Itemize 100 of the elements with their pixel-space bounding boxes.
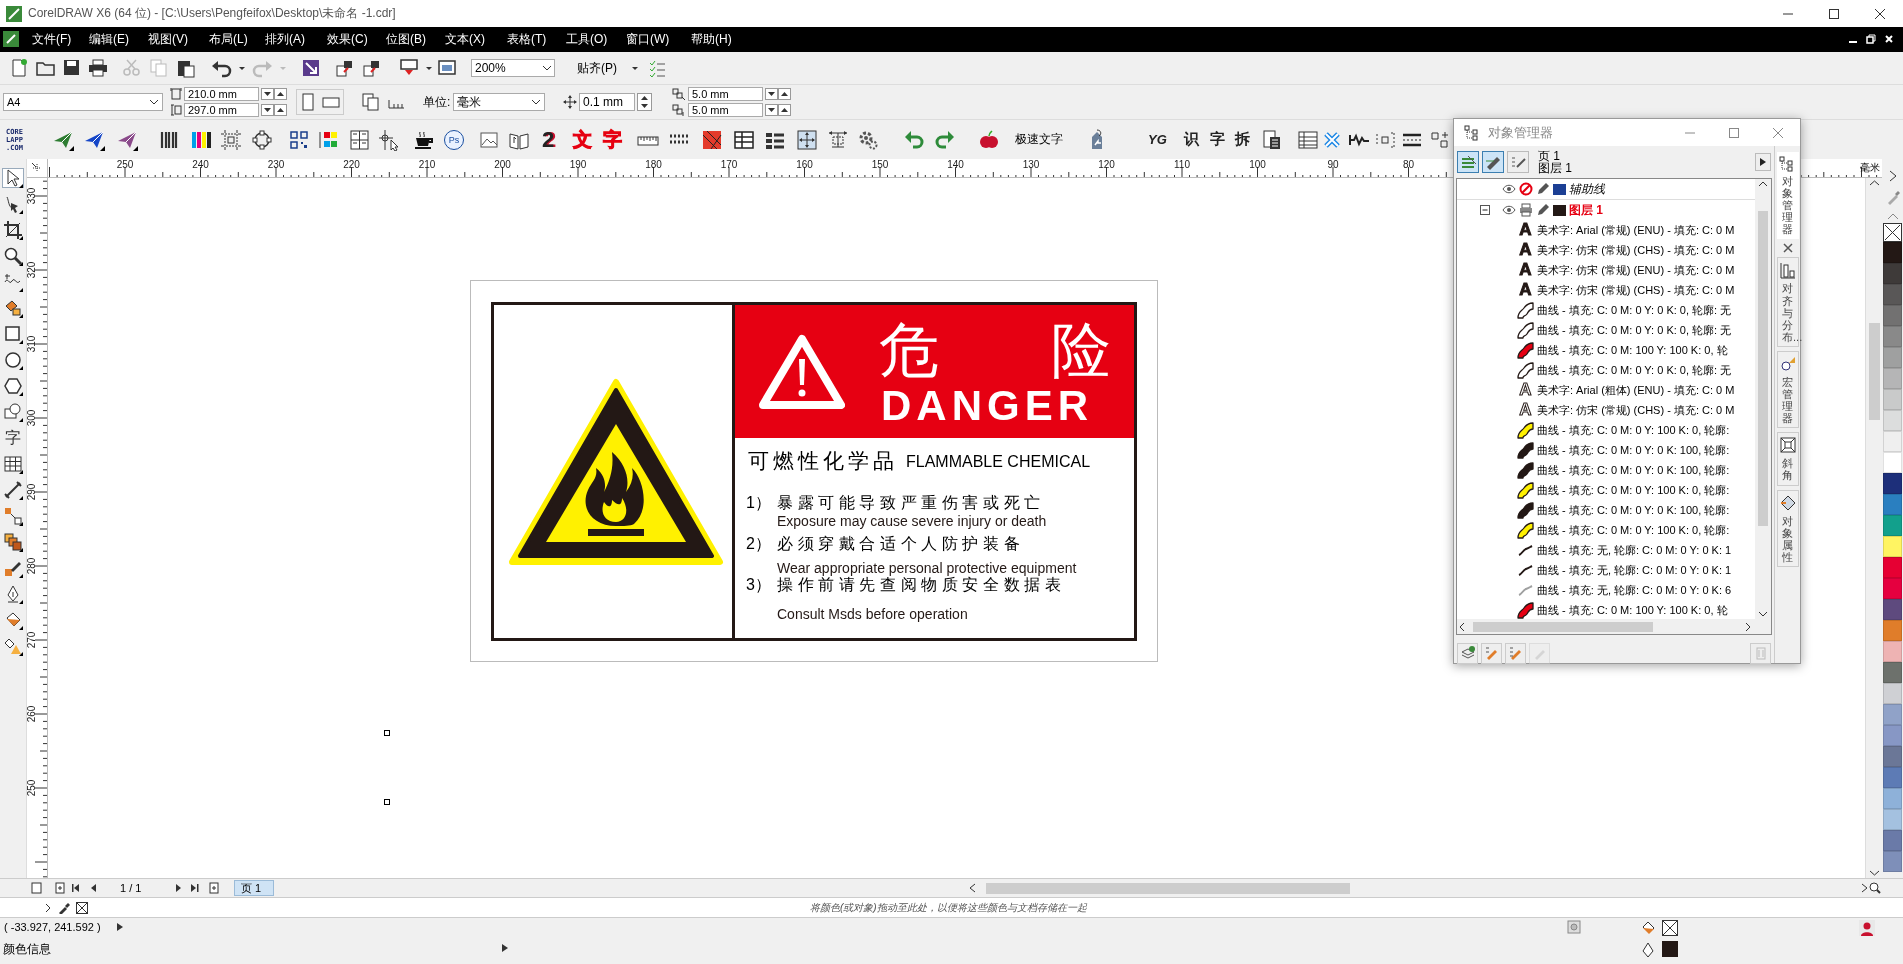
docker-tab[interactable]: 宏管理器 <box>1776 350 1799 429</box>
text-object-icon: A <box>1517 260 1534 280</box>
layer-name[interactable]: 辅助线 <box>1569 180 1605 198</box>
text-glyph-button[interactable]: 字 <box>603 126 622 153</box>
glyph-button[interactable]: 识 <box>1184 130 1199 149</box>
zoom-dropdown[interactable]: 200% <box>471 59 555 77</box>
duplicate-x-field[interactable]: 5.0 mm <box>688 87 763 101</box>
page-count: 1 / 1 <box>120 882 142 894</box>
ruler-number: 330 <box>27 187 37 205</box>
docker-tab[interactable]: 斜角 <box>1776 432 1799 486</box>
object-item[interactable]: 曲线 - 填充: C: 0 M: 0 Y: 0 K: 100, 轮廓: <box>1537 462 1730 478</box>
ruler-number: 120 <box>1098 159 1115 170</box>
warning-text-english: Wear appropriate personal protective equipment <box>777 561 1077 575</box>
object-item[interactable]: 美术字: 仿宋 (常规) (CHS) - 填充: C: 0 M <box>1537 242 1735 258</box>
menu-item[interactable]: 表格(T) <box>507 31 547 48</box>
cursor-coordinates: ( -33.927, 241.592 ) <box>4 921 101 933</box>
sign-title-english: FLAMMABLE CHEMICAL <box>906 454 1091 470</box>
warning-text: 操作前请先查阅物质安全数据表 <box>777 577 1066 593</box>
snap-dropdown[interactable]: 贴齐(P) <box>577 59 617 77</box>
object-item[interactable]: 曲线 - 填充: 无, 轮廓: C: 0 M: 0 Y: 0 K: 1 <box>1537 542 1732 558</box>
object-item[interactable]: 曲线 - 填充: 无, 轮廓: C: 0 M: 0 Y: 0 K: 1 <box>1537 562 1732 578</box>
ruler-number: 170 <box>720 159 738 170</box>
page-tab[interactable]: 页 1 <box>234 880 275 896</box>
warning-text-english: Exposure may cause severe injury or death <box>777 514 1047 528</box>
object-item[interactable]: 曲线 - 填充: C: 0 M: 0 Y: 0 K: 100, 轮廓: <box>1537 502 1730 518</box>
object-item[interactable]: 曲线 - 填充: C: 0 M: 0 Y: 100 K: 0, 轮廓: <box>1537 422 1730 438</box>
text-object-icon: A <box>1517 220 1534 240</box>
menu-item[interactable]: 帮助(H) <box>691 31 732 48</box>
object-item[interactable]: 曲线 - 填充: C: 0 M: 100 Y: 100 K: 0, 轮 <box>1537 602 1728 618</box>
item-number: 3） <box>746 577 771 593</box>
sign-heading: 险 <box>1051 321 1111 381</box>
text-tool[interactable]: 字 <box>2 428 24 448</box>
nudge-field[interactable]: 0.1 mm <box>579 93 635 111</box>
palette-hint: 将颜色(或对象)拖动至此处，以便将这些颜色与文档存储在一起 <box>810 901 1087 915</box>
docker-tab[interactable]: 对象属性 <box>1776 489 1799 567</box>
page-width-field[interactable]: 210.0 mm <box>184 87 259 101</box>
ruler-number: 100 <box>1249 159 1266 170</box>
object-item[interactable]: 曲线 - 填充: C: 0 M: 0 Y: 100 K: 0, 轮廓: <box>1537 482 1730 498</box>
sign-heading: 危 <box>879 321 939 381</box>
menu-item[interactable]: 布局(L) <box>209 31 248 48</box>
menu-item[interactable]: 排列(A) <box>265 31 305 48</box>
ruler-number: 90 <box>1327 159 1339 170</box>
ruler-number: 230 <box>267 159 285 170</box>
warning-text-english: Consult Msds before operation <box>777 607 968 621</box>
ruler-number: 80 <box>1402 159 1415 170</box>
layer-name[interactable]: 图层 1 <box>1569 201 1603 219</box>
object-item[interactable]: 美术字: 仿宋 (常规) (CHS) - 填充: C: 0 M <box>1537 402 1735 418</box>
ruler-number: 250 <box>27 779 37 797</box>
ruler-number: 220 <box>343 159 360 170</box>
object-item[interactable]: 美术字: Arial (粗体) (ENU) - 填充: C: 0 M <box>1537 382 1735 398</box>
ruler-number: 110 <box>1174 159 1190 170</box>
ruler-number: 320 <box>27 261 37 279</box>
panel-title: 对象管理器 <box>1488 123 1553 142</box>
glyph-button[interactable]: 字 <box>1210 130 1225 149</box>
page-size-dropdown[interactable]: A4 <box>3 93 163 111</box>
warning-text: 暴露可能导致严重伤害或死亡 <box>777 495 1045 511</box>
object-item[interactable]: 曲线 - 填充: C: 0 M: 0 Y: 0 K: 0, 轮廓: 无 <box>1537 302 1732 318</box>
menu-item[interactable]: 文本(X) <box>445 31 485 48</box>
glyph-button[interactable]: 拆 <box>1235 130 1250 149</box>
glyph-button[interactable]: YG <box>1148 132 1167 147</box>
object-item[interactable]: 曲线 - 填充: 无, 轮廓: C: 0 M: 0 Y: 0 K: 6 <box>1537 582 1732 598</box>
item-number: 2） <box>746 536 771 552</box>
ruler-number: 240 <box>192 159 209 170</box>
object-item[interactable]: 美术字: 仿宋 (常规) (ENU) - 填充: C: 0 M <box>1537 262 1735 278</box>
number-glyph-button[interactable]: 2 <box>542 126 555 153</box>
ruler-number: 210 <box>418 159 436 170</box>
object-item[interactable]: 曲线 - 填充: C: 0 M: 100 Y: 100 K: 0, 轮 <box>1537 342 1728 358</box>
ps-button[interactable]: Ps <box>444 129 464 150</box>
text-glyph-button[interactable]: 文 <box>573 126 592 153</box>
ruler-number: 150 <box>871 159 889 170</box>
units-dropdown[interactable]: 毫米 <box>453 93 545 111</box>
object-item[interactable]: 曲线 - 填充: C: 0 M: 0 Y: 0 K: 100, 轮廓: <box>1537 442 1730 458</box>
current-layer-label: 图层 1 <box>1538 162 1572 174</box>
object-item[interactable]: 曲线 - 填充: C: 0 M: 0 Y: 0 K: 0, 轮廓: 无 <box>1537 362 1732 378</box>
item-number: 1） <box>746 495 771 511</box>
ruler-number: 280 <box>27 557 37 575</box>
ruler-number: 250 <box>116 159 134 170</box>
menu-item[interactable]: 工具(O) <box>566 31 608 48</box>
quick-text-button[interactable]: 极速文字 <box>1015 131 1063 148</box>
window-title: CorelDRAW X6 (64 位) - [C:\Users\Pengfeifox\Desktop\未命名 -1.cdr] <box>28 5 396 22</box>
object-item[interactable]: 曲线 - 填充: C: 0 M: 0 Y: 100 K: 0, 轮廓: <box>1537 522 1730 538</box>
ruler-number: 130 <box>1022 159 1040 170</box>
ruler-number: 270 <box>27 631 37 649</box>
docker-tab[interactable]: 对象管理器 <box>1776 152 1799 240</box>
menu-item[interactable]: 窗口(W) <box>626 31 670 48</box>
color-info-label: 颜色信息 <box>3 941 51 958</box>
ruler-number: 190 <box>569 159 587 170</box>
text-object-icon: A <box>1517 240 1534 260</box>
menu-item[interactable]: 效果(C) <box>327 31 368 48</box>
ruler-number: 260 <box>27 705 37 723</box>
menu-item[interactable]: 位图(B) <box>386 31 426 48</box>
page-height-field[interactable]: 297.0 mm <box>184 103 259 117</box>
object-item[interactable]: 美术字: 仿宋 (常规) (CHS) - 填充: C: 0 M <box>1537 282 1735 298</box>
menu-item[interactable]: 文件(F) <box>32 31 72 48</box>
duplicate-y-field[interactable]: 5.0 mm <box>688 103 763 117</box>
object-item[interactable]: 曲线 - 填充: C: 0 M: 0 Y: 0 K: 0, 轮廓: 无 <box>1537 322 1732 338</box>
ruler-number: 200 <box>494 159 511 170</box>
menu-item[interactable]: 视图(V) <box>148 31 188 48</box>
menu-item[interactable]: 编辑(E) <box>89 31 129 48</box>
object-item[interactable]: 美术字: Arial (常规) (ENU) - 填充: C: 0 M <box>1537 222 1735 238</box>
